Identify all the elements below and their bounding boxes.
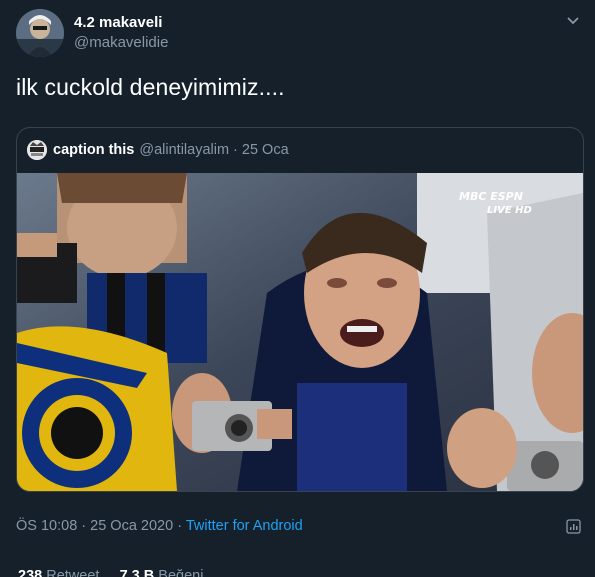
retweet-label[interactable]: Retweet	[46, 568, 99, 577]
tweet-meta: ÖS 10:08 · 25 Oca 2020 · Twitter for And…	[16, 518, 303, 534]
source-link[interactable]: Twitter for Android	[186, 518, 303, 534]
quoted-separator: ·	[233, 142, 238, 158]
author-name[interactable]: 4.2 makaveli	[74, 14, 162, 31]
quoted-avatar	[27, 140, 47, 160]
watermark-line1: MBC ESPN	[459, 190, 523, 203]
like-label[interactable]: Beğeni	[158, 568, 203, 577]
meta-separator: ·	[177, 518, 183, 534]
tweet-text: ilk cuckold deneyimimiz....	[16, 74, 285, 100]
like-count[interactable]: 7,3 B	[120, 568, 155, 577]
quoted-name[interactable]: caption this	[53, 142, 134, 158]
author-avatar[interactable]	[16, 9, 64, 57]
quoted-media-image[interactable]: MBC ESPN LIVE HD	[17, 173, 583, 491]
quoted-handle[interactable]: @alintilayalim	[139, 142, 229, 158]
analytics-icon[interactable]	[566, 519, 581, 534]
quoted-date[interactable]: 25 Oca	[242, 142, 289, 158]
retweet-count[interactable]: 238	[18, 568, 42, 577]
tweet-stats: 238 Retweet 7,3 B Beğeni	[18, 568, 203, 577]
quoted-tweet-header: caption this @alintilayalim · 25 Oca	[27, 140, 289, 160]
quoted-tweet-card[interactable]: caption this @alintilayalim · 25 Oca MBC…	[16, 127, 584, 492]
watermark-line2: LIVE HD	[487, 205, 532, 216]
chevron-down-icon[interactable]	[565, 14, 581, 26]
timestamp[interactable]: ÖS 10:08 · 25 Oca 2020	[16, 518, 173, 534]
author-handle[interactable]: @makavelidie	[74, 34, 168, 51]
